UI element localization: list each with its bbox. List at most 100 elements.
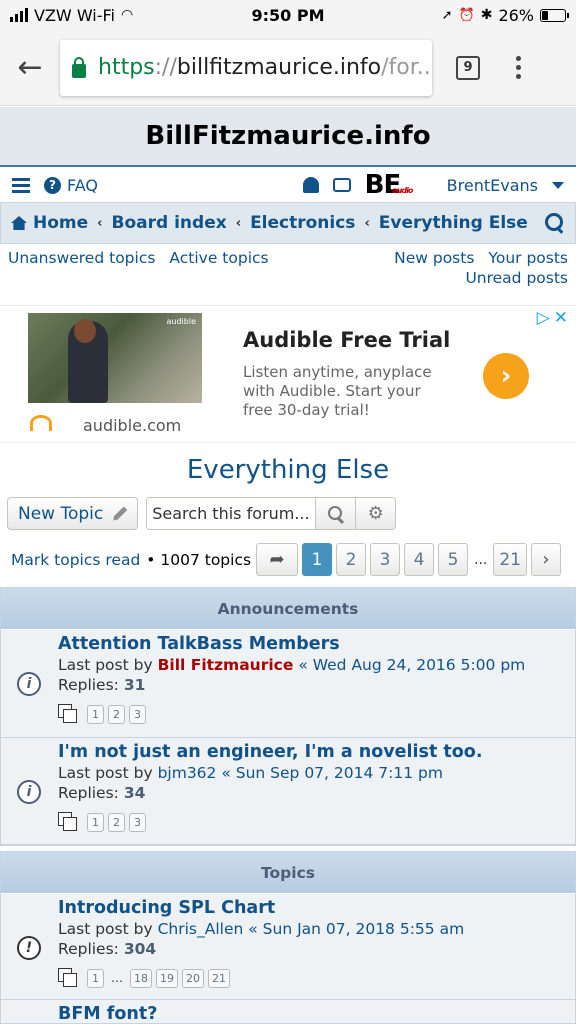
back-button[interactable]: ← [0,30,60,106]
tab-switcher-button[interactable]: 9 [456,55,480,80]
url-separator: :// [154,55,177,80]
page-4-button[interactable]: 4 [404,543,434,576]
wifi-icon: ◠ [120,7,134,23]
ad-image[interactable]: audible [28,313,202,403]
multipage-icon [58,968,78,988]
lock-icon [72,56,86,78]
topic-last-post: Last post by Chris_Allen « Sun Jan 07, 2… [58,920,575,938]
notifications-bell-icon[interactable] [302,177,319,193]
share-arrow-icon: ➦ [269,549,285,570]
last-post-label: Last post by [58,656,153,674]
action-bar: New Topic Search this forum... ⚙ [7,497,397,530]
topic-page-button[interactable]: 3 [129,812,146,832]
url-bar[interactable]: https://billfitzmaurice.info/for... [60,39,432,96]
page-last-button[interactable]: 21 [493,543,527,576]
faq-link[interactable]: FAQ [67,176,98,195]
active-topics-link[interactable]: Active topics [169,249,268,267]
topic-pagination: 1 … 18 19 20 21 [58,965,575,991]
page-5-button[interactable]: 5 [438,543,468,576]
pagination-bar: Mark topics read • 1007 topics ➦ 1 2 3 4… [0,543,576,577]
new-posts-link[interactable]: New posts [394,249,474,267]
gear-icon: ⚙ [367,503,384,524]
topic-page-button[interactable]: 1 [87,812,104,832]
site-title[interactable]: BillFitzmaurice.info [0,107,576,167]
back-arrow-icon: ← [17,50,43,85]
topics-heading: Topics [1,852,575,894]
search-input[interactable]: Search this forum... [147,498,316,529]
author-link[interactable]: Chris_Allen [158,920,244,938]
topic-page-button[interactable]: 19 [156,968,178,988]
ad-runner-figure [68,319,108,403]
url-path: /for... [381,55,432,80]
search-icon[interactable] [545,213,565,233]
unread-posts-link[interactable]: Unread posts [465,269,568,287]
page-3-button[interactable]: 3 [370,543,400,576]
url-scheme: https [98,55,155,80]
replies-value: 31 [123,676,146,694]
topic-page-button[interactable]: 20 [182,968,204,988]
chevron-down-icon[interactable] [552,181,564,189]
last-post-date-link[interactable]: « Sun Jan 07, 2018 5:55 am [248,920,464,938]
browser-menu-icon[interactable] [516,56,521,79]
ad-title[interactable]: Audible Free Trial [243,328,450,352]
topic-title-link[interactable]: Introducing SPL Chart [58,894,575,918]
replies-value: 34 [123,784,146,802]
adchoices-icon[interactable]: ▷✕ [537,308,572,328]
last-post-date-link[interactable]: « Sun Sep 07, 2014 7:11 pm [221,764,443,782]
chevron-right-icon: › [542,549,550,570]
replies-value: 304 [123,940,157,958]
bluetooth-icon: ✱ [480,7,493,23]
avatar[interactable]: BE audio [365,170,443,200]
topic-page-button[interactable]: 1 [87,704,104,724]
topic-page-button[interactable]: 3 [129,704,146,724]
ad-go-button[interactable]: › [483,353,529,399]
unanswered-topics-link[interactable]: Unanswered topics [8,249,155,267]
breadcrumb-board-index[interactable]: Board index [112,213,227,233]
page-2-button[interactable]: 2 [336,543,366,576]
page-title[interactable]: Everything Else [0,455,576,485]
chevron-right-icon: › [500,361,512,391]
ad-source[interactable]: audible.com [83,416,181,435]
new-topic-button[interactable]: New Topic [7,497,139,530]
topic-page-button[interactable]: 18 [130,968,152,988]
announcements-section: Announcements i Attention TalkBass Membe… [0,587,576,846]
author-link[interactable]: bjm362 [158,764,217,782]
replies-count: Replies: 34 [58,784,575,802]
topic-page-button[interactable]: 1 [87,968,104,988]
list-item: ! Introducing SPL Chart Last post by Chr… [1,894,575,1000]
announcement-icon: i [17,672,41,696]
url-host: billfitzmaurice.info [176,55,382,80]
topic-pagination: 1 2 3 [58,809,575,835]
topic-page-button[interactable]: 2 [108,704,125,724]
replies-label: Replies: [58,676,119,694]
search-button[interactable] [315,498,356,529]
hamburger-menu-icon[interactable] [12,177,30,193]
replies-count: Replies: 304 [58,940,575,958]
private-messages-icon[interactable] [332,178,351,192]
topic-title-link[interactable]: BFM font? [58,1000,575,1023]
advanced-search-button[interactable]: ⚙ [355,498,396,529]
breadcrumb-everything-else[interactable]: Everything Else [379,213,528,233]
alarm-icon: ⏰ [458,7,475,23]
signal-icon [10,8,28,22]
jump-to-page-button[interactable]: ➦ [256,543,298,576]
next-page-button[interactable]: › [531,543,561,576]
username-link[interactable]: BrentEvans [447,176,538,195]
author-link[interactable]: Bill Fitzmaurice [158,656,294,674]
breadcrumb-electronics[interactable]: Electronics [250,213,355,233]
mark-topics-read-link[interactable]: Mark topics read [11,551,140,569]
advertisement[interactable]: audible ▷✕ audible.com Audible Free Tria… [0,305,576,443]
topic-pagination: 1 2 3 [58,701,575,727]
ad-text: Listen anytime, anyplace with Audible. S… [243,363,432,419]
your-posts-link[interactable]: Your posts [488,249,568,267]
breadcrumb-home[interactable]: Home [33,213,88,233]
topic-page-button[interactable]: 2 [108,812,125,832]
last-post-date-link[interactable]: « Wed Aug 24, 2016 5:00 pm [298,656,525,674]
hot-topic-icon: ! [17,936,41,960]
topic-last-post: Last post by bjm362 « Sun Sep 07, 2014 7… [58,764,575,782]
topic-title-link[interactable]: Attention TalkBass Members [58,630,575,654]
last-post-label: Last post by [58,920,153,938]
page-1-button[interactable]: 1 [302,543,332,576]
topic-page-button[interactable]: 21 [208,968,230,988]
topic-title-link[interactable]: I'm not just an engineer, I'm a novelist… [58,738,575,762]
